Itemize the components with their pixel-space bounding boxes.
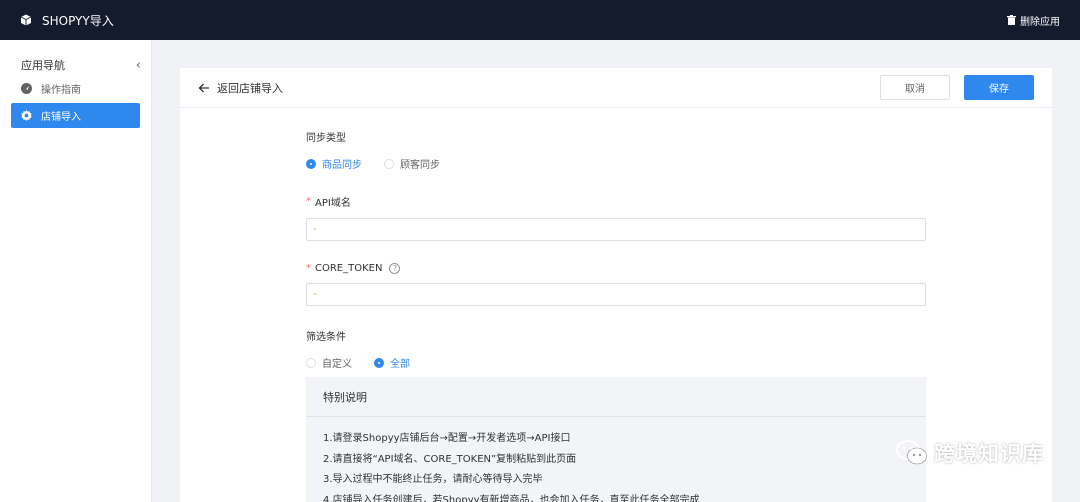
back-link[interactable]: 返回店铺导入 [198,80,283,96]
gear-icon [21,110,32,121]
card-header: 返回店铺导入 取消 保存 [180,68,1052,108]
arrow-left-icon [198,83,209,92]
radio-dot [306,158,316,169]
cancel-button[interactable]: 取消 [880,75,950,100]
notes-list: 1.请登录Shopyy店铺后台→配置→开发者选项→API接口 2.请直接将“AP… [306,417,926,502]
save-button[interactable]: 保存 [964,75,1034,100]
main-area: 返回店铺导入 取消 保存 同步类型 商品同步 顾客同步 * API域名 - * … [152,40,1080,502]
header-actions: 取消 保存 [880,75,1034,100]
sync-type-group: 同步类型 商品同步 顾客同步 [306,129,926,171]
radio-label: 自定义 [322,359,352,370]
import-card: 返回店铺导入 取消 保存 同步类型 商品同步 顾客同步 * API域名 - * … [180,68,1052,502]
note-item: 3.导入过程中不能终止任务，请耐心等待导入完毕 [323,474,543,485]
radio-dot [306,357,316,368]
radio-all[interactable]: 全部 [374,355,410,370]
app-title: SHOPYY导入 [42,13,114,28]
api-domain-group: * API域名 [306,194,926,241]
core-token-text: CORE_TOKEN [315,263,383,274]
sidebar-header: 应用导航 ‹ [0,40,151,76]
sidebar-item-guide[interactable]: 操作指南 [11,76,140,101]
radio-dot [374,357,384,368]
note-item: 4.店铺导入任务创建后，若Shopyy有新增商品，也会加入任务，直至此任务全部完… [323,494,700,502]
watermark: 跨境知识库 [896,438,1044,468]
sidebar-title: 应用导航 [21,59,65,72]
uninstall-app-button[interactable]: 删除应用 [1007,13,1060,28]
sidebar-item-label: 店铺导入 [41,112,81,123]
app-brand: SHOPYY导入 [20,12,114,29]
radio-label: 商品同步 [322,160,362,171]
api-domain-label: * API域名 [306,194,926,209]
trash-icon [1007,15,1016,25]
sidebar-item-store-import[interactable]: 店铺导入 [11,103,140,128]
wechat-icon [896,440,927,465]
sync-type-label: 同步类型 [306,133,346,144]
radio-label: 顾客同步 [400,160,440,171]
core-token-label: * CORE_TOKEN ? [306,263,926,274]
back-label: 返回店铺导入 [217,81,283,95]
filter-group: 筛选条件 自定义 全部 [306,328,926,370]
watermark-text: 跨境知识库 [934,442,1044,466]
question-circle-icon[interactable]: ? [389,263,401,274]
radio-dot [384,158,394,169]
radio-product-sync[interactable]: 商品同步 [306,156,362,171]
import-form: 同步类型 商品同步 顾客同步 * API域名 - * CORE_TOKEN ? … [306,108,926,370]
filter-label: 筛选条件 [306,332,346,343]
cube-icon [20,14,32,26]
api-domain-input[interactable] [306,218,926,241]
note-item: 1.请登录Shopyy店铺后台→配置→开发者选项→API接口 [323,433,571,444]
note-item: 2.请直接将“API域名、CORE_TOKEN”复制粘贴到此页面 [323,453,577,465]
navigate-icon [21,83,32,94]
required-mark: * [306,263,311,274]
uninstall-label: 删除应用 [1020,16,1060,28]
chevron-left-icon[interactable]: ‹ [136,58,141,73]
core-token-group: * CORE_TOKEN ? [306,263,926,306]
api-domain-text: API域名 [315,198,351,209]
core-token-input[interactable] [306,283,926,306]
radio-label: 全部 [390,359,410,370]
radio-custom[interactable]: 自定义 [306,355,352,370]
top-bar: SHOPYY导入 删除应用 [0,0,1080,40]
radio-customer-sync[interactable]: 顾客同步 [384,156,440,171]
sidebar-item-label: 操作指南 [41,85,81,96]
notes-title: 特别说明 [306,377,926,417]
special-notes: 特别说明 1.请登录Shopyy店铺后台→配置→开发者选项→API接口 2.请直… [306,377,926,502]
sidebar: 应用导航 ‹ 操作指南 店铺导入 [0,40,152,502]
required-mark: * [306,196,311,207]
